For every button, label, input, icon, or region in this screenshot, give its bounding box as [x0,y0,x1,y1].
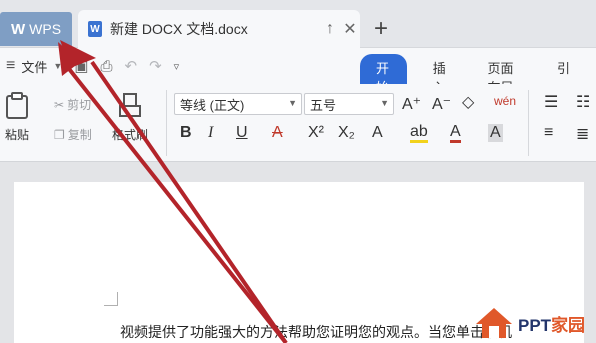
annotation-arrows [58,40,288,343]
watermark-text: PPT家园 [518,311,585,336]
ppt-home-watermark: PPT家园 [474,306,585,340]
house-logo-icon [476,308,512,338]
watermark-main: PPT [518,315,552,335]
watermark-accent: 家园 [551,315,586,335]
red-arrow [58,40,288,343]
